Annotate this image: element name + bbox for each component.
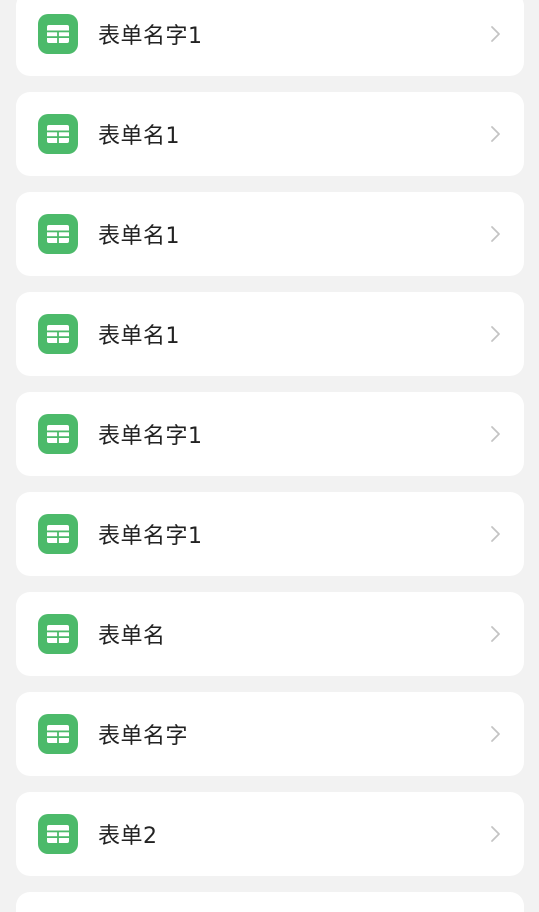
- list-item-label: 表单名1: [98, 224, 180, 249]
- chevron-right-icon: [486, 224, 506, 244]
- table-icon: [38, 314, 78, 354]
- list-item-label: 表单名字: [98, 724, 189, 749]
- list-item[interactable]: 表单名1: [16, 92, 524, 176]
- list-item-label: 表单名1: [98, 124, 180, 149]
- list-item-label: 表单2: [98, 824, 158, 849]
- list-item-label: 表单名字1: [98, 424, 203, 449]
- list-item[interactable]: 表单名1: [16, 292, 524, 376]
- list-item[interactable]: 表单名字1: [16, 0, 524, 76]
- list-item[interactable]: 表单名字: [16, 692, 524, 776]
- table-icon: [38, 614, 78, 654]
- list-item-label: 表单名: [98, 624, 166, 649]
- chevron-right-icon: [486, 424, 506, 444]
- table-icon: [38, 414, 78, 454]
- table-icon: [38, 714, 78, 754]
- chevron-right-icon: [486, 824, 506, 844]
- list-item-label: 表单名字1: [98, 24, 203, 49]
- list-item-label: 表单名字1: [98, 524, 203, 549]
- chevron-right-icon: [486, 724, 506, 744]
- form-list: 表单名字1 表单名1 表单名1 表单名1 表单名字1 表单名字1 表单名 表单名…: [16, 0, 524, 912]
- table-icon: [38, 814, 78, 854]
- table-icon: [38, 514, 78, 554]
- list-item[interactable]: 表单名: [16, 592, 524, 676]
- chevron-right-icon: [486, 624, 506, 644]
- list-item-partial[interactable]: [16, 892, 524, 912]
- table-icon: [38, 114, 78, 154]
- list-item[interactable]: 表单2: [16, 792, 524, 876]
- chevron-right-icon: [486, 324, 506, 344]
- table-icon: [38, 214, 78, 254]
- list-item[interactable]: 表单名字1: [16, 392, 524, 476]
- list-item-label: 表单名1: [98, 324, 180, 349]
- chevron-right-icon: [486, 24, 506, 44]
- list-item[interactable]: 表单名1: [16, 192, 524, 276]
- table-icon: [38, 14, 78, 54]
- list-item[interactable]: 表单名字1: [16, 492, 524, 576]
- chevron-right-icon: [486, 124, 506, 144]
- chevron-right-icon: [486, 524, 506, 544]
